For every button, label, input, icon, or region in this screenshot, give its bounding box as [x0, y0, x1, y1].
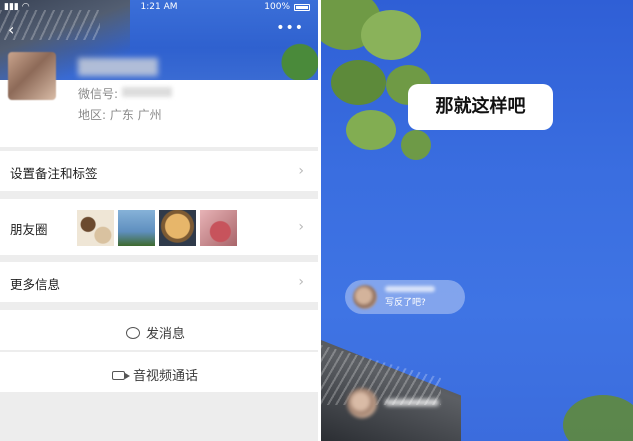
battery-icon	[294, 4, 310, 11]
moments-photo: 那就这样吧 写反了吧?	[321, 0, 633, 441]
building-roof-texture	[321, 345, 441, 405]
back-icon[interactable]: ‹	[8, 22, 22, 38]
leaf-cluster	[346, 110, 396, 150]
status-bar: ▮▮▮ ◠ 1:21 AM 100%	[0, 0, 318, 14]
leaf-cluster	[401, 130, 431, 160]
region-text: 地区: 广东 广州	[78, 108, 162, 122]
send-message-label: 发消息	[146, 327, 186, 342]
more-info-label: 更多信息	[10, 277, 61, 292]
chevron-right-icon: ›	[298, 274, 304, 290]
photo-caption: 那就这样吧	[408, 84, 553, 130]
chat-bubble-icon	[126, 327, 140, 339]
wechat-id-label: 微信号:	[78, 87, 119, 101]
remark-tags-label: 设置备注和标签	[10, 166, 98, 181]
more-options-icon[interactable]: •••	[276, 20, 304, 36]
more-info-row[interactable]: 更多信息 ›	[0, 262, 318, 302]
battery-percent: 100%	[264, 2, 290, 12]
blurred-commenter-name	[385, 286, 435, 292]
moments-label: 朋友圈	[10, 222, 48, 237]
comment-bubble[interactable]: 写反了吧?	[345, 280, 465, 314]
av-call-content: 音视频通话	[112, 365, 198, 384]
av-call-label: 音视频通话	[133, 369, 199, 384]
profile-screen: ▮▮▮ ◠ 1:21 AM 100% ‹ ••• 微信号: 地区: 广东 广州 …	[0, 0, 318, 441]
leaf-cluster	[361, 10, 421, 60]
remark-tags-row[interactable]: 设置备注和标签 ›	[0, 151, 318, 191]
moments-thumbnail	[77, 210, 114, 246]
cover-tree-shape	[258, 36, 318, 80]
send-message-content: 发消息	[126, 323, 185, 342]
commenter-avatar	[353, 285, 377, 309]
bottom-foliage	[563, 395, 633, 441]
moments-row[interactable]: 朋友圈 ›	[0, 199, 318, 255]
avatar[interactable]	[8, 52, 56, 100]
chevron-right-icon: ›	[298, 219, 304, 235]
blurred-name	[385, 399, 439, 406]
video-camera-icon	[112, 371, 130, 380]
send-message-button[interactable]: 发消息	[0, 310, 318, 350]
moments-thumbnail	[200, 210, 237, 246]
comment-text: 写反了吧?	[385, 298, 426, 308]
chevron-right-icon: ›	[298, 163, 304, 179]
moments-thumbnail	[118, 210, 155, 246]
leaf-cluster	[331, 60, 386, 105]
moments-thumbnail	[159, 210, 196, 246]
blurred-nickname	[78, 58, 158, 76]
av-call-button[interactable]: 音视频通话	[0, 352, 318, 392]
blurred-wechat-id	[122, 87, 172, 97]
blurred-avatar	[347, 388, 377, 418]
